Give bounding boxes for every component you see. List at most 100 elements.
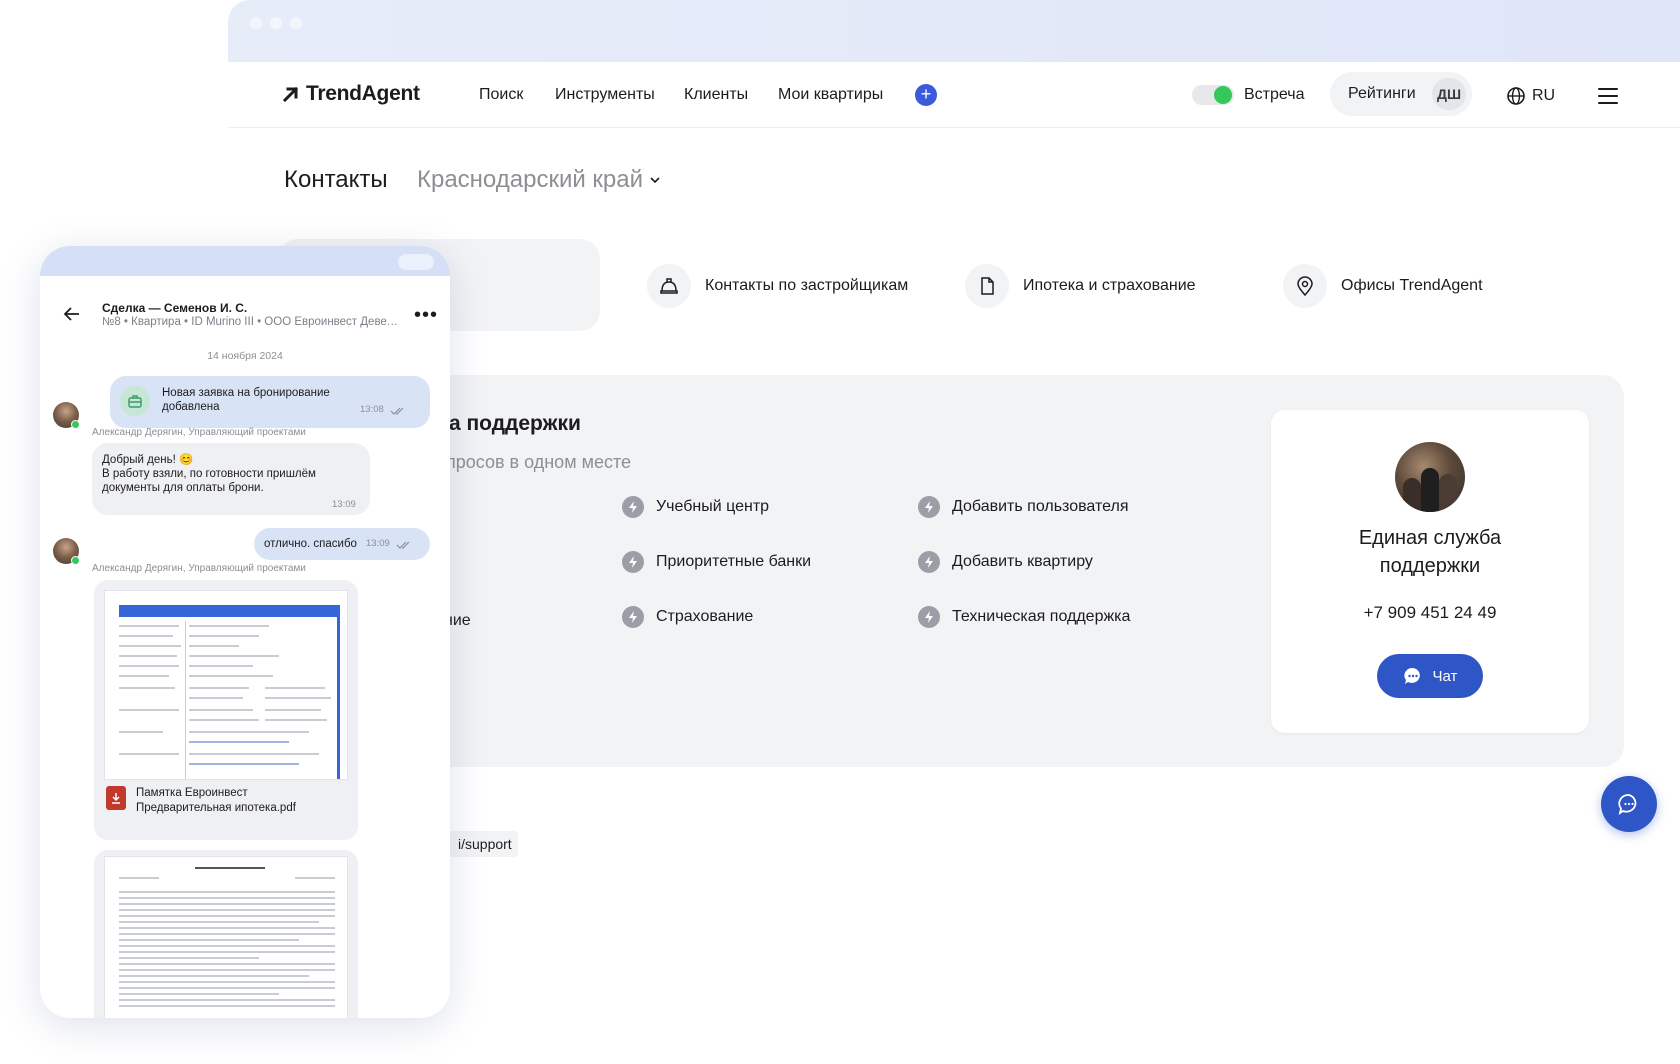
location-pin-icon: [1283, 264, 1327, 308]
message-text: Добрый день! 😊 В работу взяли, по готовн…: [102, 453, 316, 495]
message-document-contract[interactable]: [94, 850, 358, 1018]
sender-avatar[interactable]: [53, 402, 80, 429]
briefcase-icon: [120, 386, 150, 416]
support-subtitle: опросов в одном месте: [436, 452, 632, 472]
online-indicator: [71, 556, 80, 565]
phone-notch: [398, 254, 434, 270]
link-training-center[interactable]: Учебный центр: [622, 496, 769, 518]
message-time: 13:08: [360, 404, 384, 415]
chat-bubble-icon: [1403, 667, 1420, 684]
language-selector[interactable]: RU: [1506, 86, 1555, 106]
document-icon: [965, 264, 1009, 308]
add-apartment-plus-icon[interactable]: +: [915, 84, 937, 106]
document-header-bar: [119, 605, 337, 617]
mobile-chat-mockup: Сделка — Семенов И. С. №8 • Квартира • I…: [40, 246, 450, 1018]
file-name: Памятка Евроинвест Предварительная ипоте…: [136, 786, 296, 816]
sender-name: Александр Дерягин, Управляющий проектами: [92, 563, 306, 574]
link-insurance[interactable]: Страхование: [622, 606, 753, 628]
support-team-photo: [1395, 442, 1465, 512]
region-label: Краснодарский край: [417, 166, 644, 193]
sender-name: Александр Дерягин, Управляющий проектами: [92, 427, 306, 438]
browser-title-bar: [228, 0, 1680, 62]
category-developer-contacts[interactable]: Контакты по застройщикам: [647, 264, 908, 308]
category-mortgage-insurance[interactable]: Ипотека и страхование: [965, 264, 1196, 308]
category-offices[interactable]: Офисы TrendAgent: [1283, 264, 1483, 308]
message-document[interactable]: Памятка Евроинвест Предварительная ипоте…: [94, 580, 358, 840]
message-reply[interactable]: Добрый день! 😊 В работу взяли, по готовн…: [92, 443, 370, 515]
link-label: Приоритетные банки: [656, 553, 812, 570]
support-card-title-line: поддержки: [1379, 555, 1481, 577]
message-booking-request[interactable]: Новая заявка на бронирование добавлена 1…: [110, 376, 430, 428]
window-close-dot[interactable]: [250, 17, 262, 29]
chat-title: Сделка — Семенов И. С.: [102, 301, 248, 315]
top-navbar: TrendAgent Поиск Инструменты Клиенты Мои…: [228, 62, 1680, 128]
message-line: В работу взяли, по готовности пришлём: [102, 468, 316, 480]
ratings-button[interactable]: Рейтинги ДШ: [1330, 72, 1472, 116]
message-line: добавлена: [162, 401, 220, 413]
ratings-label: Рейтинги: [1348, 85, 1416, 102]
file-name-line: Предварительная ипотека.pdf: [136, 802, 296, 814]
language-label: RU: [1532, 87, 1556, 104]
meeting-label: Встреча: [1244, 86, 1305, 103]
category-label: Ипотека и страхование: [1023, 277, 1196, 294]
support-contact-card: Единая служба поддержки +7 909 451 24 49…: [1271, 410, 1589, 733]
nav-my-apartments[interactable]: Мои квартиры: [778, 86, 883, 104]
message-time: 13:09: [366, 538, 390, 549]
link-label: Страхование: [656, 608, 754, 625]
document-preview: [104, 856, 348, 1018]
category-label: Контакты по застройщикам: [705, 277, 909, 294]
lightning-icon: [622, 496, 644, 518]
link-add-user[interactable]: Добавить пользователя: [918, 496, 1128, 518]
menu-burger-icon[interactable]: [1598, 88, 1618, 104]
phone-status-bar: [40, 246, 450, 276]
lightning-icon: [622, 551, 644, 573]
link-tech-support[interactable]: Техническая поддержка: [918, 606, 1130, 628]
region-selector[interactable]: Краснодарский край: [417, 166, 661, 194]
message-time: 13:09: [332, 499, 356, 510]
window-maximize-dot[interactable]: [290, 17, 302, 29]
chat-button-label: Чат: [1432, 667, 1458, 685]
meeting-toggle[interactable]: [1192, 85, 1234, 105]
link-label: Добавить квартиру: [952, 553, 1093, 570]
double-check-icon: [396, 541, 410, 549]
window-minimize-dot[interactable]: [270, 17, 282, 29]
nav-clients[interactable]: Клиенты: [684, 86, 748, 104]
file-name-line: Памятка Евроинвест: [136, 787, 248, 799]
brand-logo[interactable]: TrendAgent: [282, 82, 420, 106]
document-preview: [104, 590, 348, 780]
chevron-down-icon: [650, 177, 660, 184]
link-label: Техническая поддержка: [952, 608, 1131, 625]
category-label: Офисы TrendAgent: [1341, 277, 1483, 294]
message-text: отлично. спасибо: [264, 538, 357, 550]
lightning-icon: [622, 606, 644, 628]
globe-icon: [1507, 87, 1525, 105]
support-phone[interactable]: +7 909 451 24 49: [1271, 603, 1589, 623]
floating-chat-button[interactable]: [1601, 776, 1657, 832]
lightning-icon: [918, 496, 940, 518]
arrow-up-right-icon: [282, 86, 299, 103]
lightning-icon: [918, 551, 940, 573]
url-preview: i/support: [442, 831, 518, 857]
support-title: ба поддержки: [436, 412, 581, 435]
support-card-title-line: Единая служба: [1358, 527, 1502, 549]
link-add-apartment[interactable]: Добавить квартиру: [918, 551, 1093, 573]
support-card-title: Единая служба поддержки: [1271, 524, 1589, 580]
pdf-download-icon[interactable]: [106, 786, 126, 810]
helmet-icon: [647, 264, 691, 308]
lightning-icon: [918, 606, 940, 628]
message-thanks[interactable]: отлично. спасибо 13:09: [254, 528, 430, 560]
online-indicator: [71, 420, 80, 429]
link-priority-banks[interactable]: Приоритетные банки: [622, 551, 811, 573]
user-avatar[interactable]: ДШ: [1432, 78, 1466, 110]
link-label: Добавить пользователя: [952, 498, 1129, 515]
message-line: Новая заявка на бронирование: [162, 387, 330, 399]
back-arrow-icon[interactable]: [62, 304, 82, 324]
chat-subtitle: №8 • Квартира • ID Murino III • ООО Евро…: [102, 316, 402, 328]
chat-button[interactable]: Чат: [1377, 654, 1483, 698]
more-options-icon[interactable]: •••: [414, 304, 438, 327]
brand-name: TrendAgent: [306, 82, 420, 105]
link-label: Учебный центр: [656, 498, 770, 515]
nav-search[interactable]: Поиск: [479, 86, 523, 104]
nav-tools[interactable]: Инструменты: [555, 86, 655, 104]
sender-avatar[interactable]: [53, 538, 80, 565]
